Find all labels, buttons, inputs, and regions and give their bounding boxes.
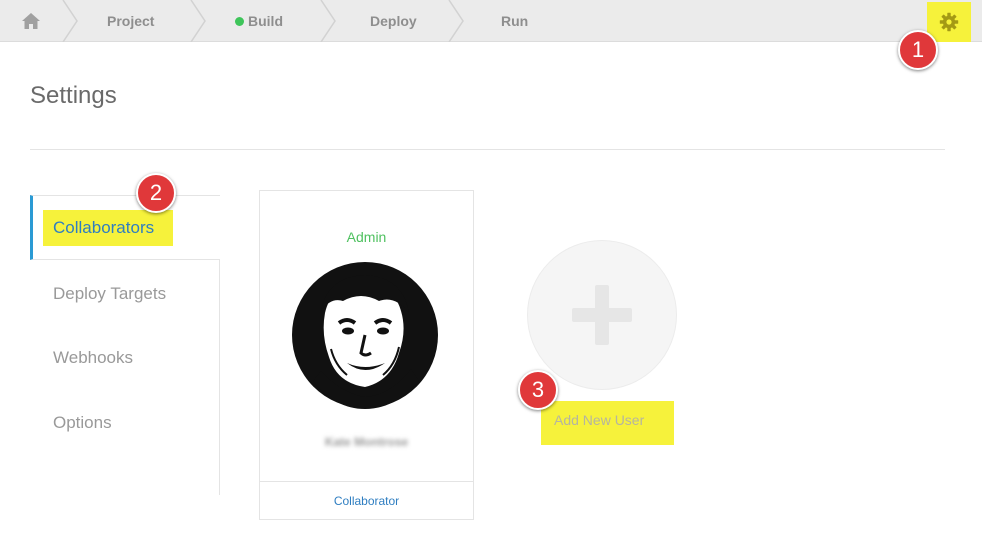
breadcrumb-build[interactable]: Build <box>235 0 283 42</box>
add-new-user-link[interactable]: Add New User <box>554 412 644 428</box>
home-icon[interactable] <box>21 12 41 30</box>
avatar <box>292 262 438 409</box>
breadcrumb-deploy[interactable]: Deploy <box>370 0 417 42</box>
sidebar-item-deploy-targets[interactable]: Deploy Targets <box>53 284 166 304</box>
plus-icon <box>572 285 632 345</box>
settings-sidebar: Collaborators Deploy Targets Webhooks Op… <box>30 195 220 495</box>
collaborator-role-link[interactable]: Collaborator <box>260 494 473 508</box>
gear-icon <box>939 12 959 32</box>
sidebar-item-label: Collaborators <box>53 218 155 237</box>
build-status-dot <box>235 17 244 26</box>
page-title: Settings <box>30 82 117 109</box>
callout-2: 2 <box>136 173 176 213</box>
breadcrumb-run[interactable]: Run <box>501 0 528 42</box>
card-divider <box>260 481 473 482</box>
sidebar-item-collaborators[interactable]: Collaborators <box>30 195 220 260</box>
breadcrumb-separator <box>320 0 336 42</box>
callout-3: 3 <box>518 370 558 410</box>
add-user-button[interactable] <box>527 240 677 390</box>
breadcrumb-build-label: Build <box>248 13 283 29</box>
breadcrumb-project[interactable]: Project <box>107 0 154 42</box>
breadcrumb-bar: Project Build Deploy Run <box>0 0 982 42</box>
divider <box>30 149 945 150</box>
collaborator-card: Admin Kate Montrose Collaborator <box>259 190 474 520</box>
collaborator-name: Kate Montrose <box>324 435 409 449</box>
breadcrumb-separator <box>190 0 206 42</box>
role-label: Admin <box>346 229 387 245</box>
breadcrumb-separator <box>448 0 464 42</box>
sidebar-item-webhooks[interactable]: Webhooks <box>53 348 133 368</box>
callout-1: 1 <box>898 30 938 70</box>
breadcrumb-separator <box>62 0 78 42</box>
sidebar-item-options[interactable]: Options <box>53 413 112 433</box>
settings-button[interactable] <box>927 2 971 42</box>
